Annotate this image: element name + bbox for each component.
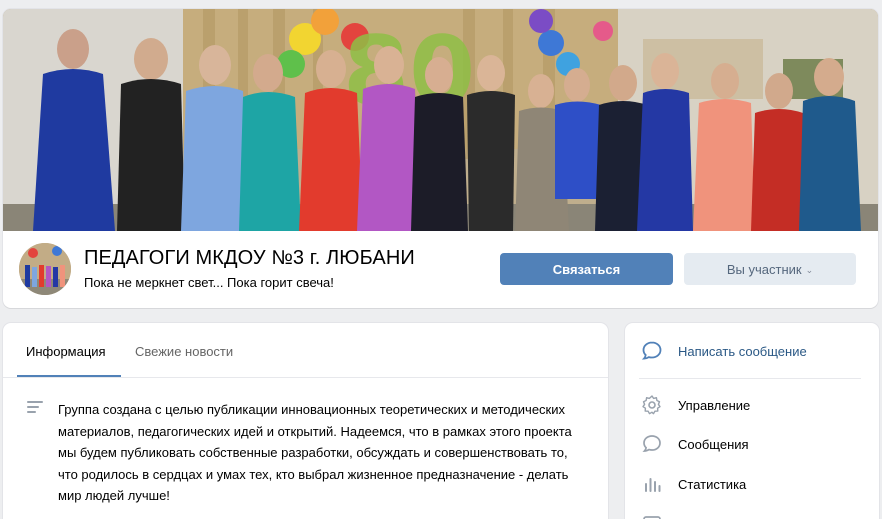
group-avatar[interactable] bbox=[19, 243, 71, 295]
chat-icon bbox=[642, 435, 661, 452]
page-title: ПЕДАГОГИ МКДОУ №3 г. ЛЮБАНИ bbox=[84, 247, 415, 269]
actions-sidebar: Написать сообщение Управление Сообщения … bbox=[625, 323, 879, 519]
sidebar-item-statistics[interactable]: Статистика bbox=[641, 472, 746, 496]
group-status: Пока не меркнет свет... Пока горит свеча… bbox=[84, 275, 334, 290]
info-card: Информация Свежие новости Группа создана… bbox=[3, 323, 608, 519]
description-lines-icon bbox=[27, 401, 43, 415]
sidebar-item-label: Управление bbox=[678, 397, 751, 413]
sidebar-divider bbox=[639, 378, 861, 379]
cover-photo[interactable]: 80 bbox=[3, 9, 878, 231]
tabs-bar: Информация Свежие новости bbox=[3, 323, 608, 378]
group-avatar-image bbox=[19, 243, 71, 295]
gear-icon bbox=[642, 395, 661, 415]
folder-icon bbox=[643, 516, 661, 519]
member-button-label: Вы участник bbox=[726, 261, 802, 277]
member-dropdown-button[interactable]: Вы участник ⌄ bbox=[684, 253, 856, 285]
cover-photo-art: 80 bbox=[3, 9, 878, 231]
tab-information[interactable]: Информация bbox=[26, 344, 106, 359]
sidebar-item-partial[interactable] bbox=[641, 511, 678, 519]
contact-button-label: Связаться bbox=[552, 261, 621, 277]
sidebar-item-messages[interactable]: Сообщения bbox=[641, 432, 749, 456]
group-header-card: 80 ПЕДАГОГИ МКДОУ №3 г. ЛЮБАНИ Пока не м… bbox=[3, 9, 878, 308]
chevron-down-icon: ⌄ bbox=[805, 264, 814, 275]
sidebar-item-write-message[interactable]: Написать сообщение bbox=[641, 339, 807, 363]
contact-button[interactable]: Связаться bbox=[500, 253, 673, 285]
sidebar-item-label: Сообщения bbox=[678, 436, 749, 452]
message-bubble-icon bbox=[641, 341, 662, 360]
group-description: Группа создана с целью публикации иннова… bbox=[58, 402, 572, 503]
sidebar-item-label: Статистика bbox=[678, 476, 747, 492]
stats-bars-icon bbox=[645, 478, 661, 492]
sidebar-item-manage[interactable]: Управление bbox=[641, 393, 750, 417]
sidebar-item-label: Написать сообщение bbox=[678, 343, 807, 359]
active-tab-indicator bbox=[17, 375, 121, 377]
tab-latest-news[interactable]: Свежие новости bbox=[135, 344, 233, 359]
